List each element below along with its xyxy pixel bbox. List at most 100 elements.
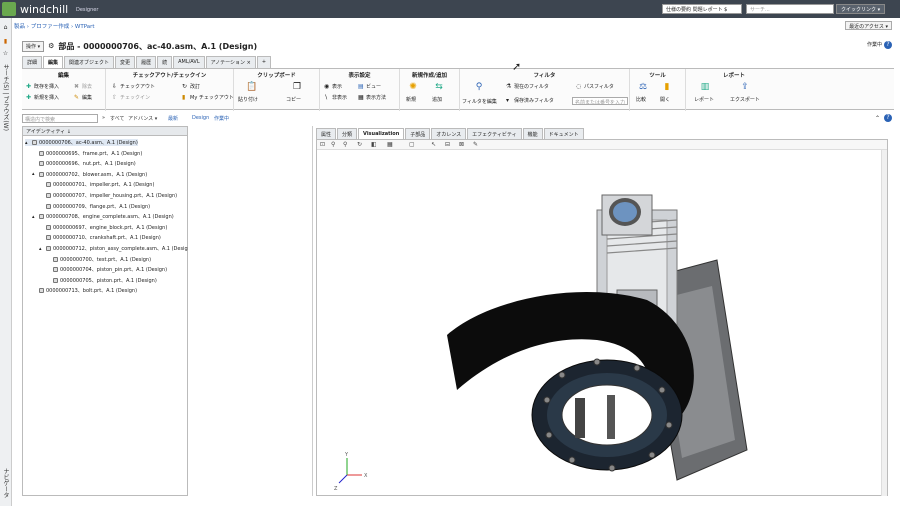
design-link[interactable]: Design bbox=[192, 115, 209, 121]
export-button[interactable]: エクスポート bbox=[730, 96, 760, 103]
add-icon[interactable]: ⇆ bbox=[434, 82, 444, 92]
tree-node[interactable]: 0000000709、flange.prt、A.1 (Design) bbox=[39, 203, 150, 210]
expanded-toggle-icon[interactable]: ▴ bbox=[32, 171, 37, 177]
rotate-icon[interactable]: ↻ bbox=[357, 141, 362, 148]
compare-icon[interactable]: ⚖ bbox=[638, 82, 648, 92]
tab-changes[interactable]: 変更 bbox=[115, 56, 136, 68]
viewer-tab[interactable]: オカレンス bbox=[431, 128, 467, 139]
viewer-tab[interactable]: Visualization bbox=[358, 128, 405, 139]
search-input[interactable]: サーチ... bbox=[746, 4, 834, 14]
edit-button[interactable]: ✎ 編集 bbox=[74, 94, 92, 101]
tab-aml-avl[interactable]: AML/AVL bbox=[173, 56, 205, 68]
open-button[interactable]: 開く bbox=[660, 96, 670, 103]
insert-new-button[interactable]: ✚ 新規を挿入 bbox=[26, 94, 59, 101]
tab-continue[interactable]: 続 bbox=[157, 56, 173, 68]
tree-column-header[interactable]: アイデンティティ ↓ bbox=[23, 127, 187, 136]
expanded-toggle-icon[interactable]: ▴ bbox=[25, 140, 30, 146]
current-filter-button[interactable]: ⚗ 現在のフィルタ bbox=[506, 83, 549, 90]
3d-model-view[interactable]: X Y Z bbox=[317, 150, 889, 496]
search-browse-tab[interactable]: サーチ(S) | ブラウズ(W) bbox=[1, 64, 10, 131]
hide-button[interactable]: ∖ 非表示 bbox=[324, 94, 347, 101]
tab-edit[interactable]: 編集 bbox=[43, 56, 64, 68]
quick-link-button[interactable]: クイックリンク ▾ bbox=[836, 4, 886, 14]
expanded-toggle-icon[interactable]: ▴ bbox=[39, 246, 44, 252]
markup-icon[interactable]: ✎ bbox=[473, 141, 478, 148]
checkin-button[interactable]: ⇧ チェックイン bbox=[112, 94, 150, 101]
viewer-tab[interactable]: 機能 bbox=[522, 128, 543, 139]
viewer-tab[interactable]: 分類 bbox=[337, 128, 358, 139]
new-button[interactable]: 新規 bbox=[406, 96, 416, 103]
tree-node[interactable]: 0000000704、piston_pin.prt、A.1 (Design) bbox=[46, 266, 167, 273]
tab-related-objects[interactable]: 関連オブジェクト bbox=[64, 56, 115, 68]
navigator-tab[interactable]: ナビゲータ bbox=[1, 468, 10, 498]
tab-annotation[interactable]: アノテーション × bbox=[205, 56, 256, 68]
checkout-button[interactable]: ⇩ チェックアウト bbox=[112, 83, 155, 90]
select-icon[interactable]: ↖ bbox=[431, 141, 436, 148]
viewer-tab[interactable]: 子部品 bbox=[405, 128, 431, 139]
display-method-button[interactable]: ▦ 表示方法 bbox=[358, 94, 386, 101]
tree-node[interactable]: 0000000697、engine_block.prt、A.1 (Design) bbox=[39, 224, 167, 231]
breadcrumb[interactable]: 製品 › プロファー作成 › WTPart bbox=[14, 22, 95, 32]
edit-filter-button[interactable]: フィルタを編集 bbox=[462, 98, 497, 105]
measure-icon[interactable]: ⊠ bbox=[459, 141, 464, 148]
tree-node[interactable]: 0000000701、impeller.prt、A.1 (Design) bbox=[39, 181, 154, 188]
home-icon[interactable]: ⌂ bbox=[2, 24, 9, 31]
operations-button[interactable]: 操作 ▾ bbox=[22, 40, 45, 52]
tree-node[interactable]: 0000000695、frame.prt、A.1 (Design) bbox=[32, 150, 142, 157]
folder-icon[interactable]: ▮ bbox=[2, 38, 9, 45]
report-icon[interactable]: ▥ bbox=[700, 82, 710, 92]
viewer-tab[interactable]: エフェクティビティ bbox=[467, 128, 522, 139]
view-box-icon[interactable]: ▢ bbox=[409, 141, 415, 148]
recent-access-button[interactable]: 最近のアクセス ▾ bbox=[845, 21, 892, 30]
saved-filter-button[interactable]: ▾ 保存済みフィルタ bbox=[506, 97, 554, 104]
windchill-logo-icon[interactable] bbox=[2, 2, 16, 16]
tree-node[interactable]: 0000000707、impeller_housing.prt、A.1 (Des… bbox=[39, 192, 177, 199]
my-checkout-button[interactable]: ▮ My チェックアウト bbox=[182, 94, 234, 101]
paste-button[interactable]: 貼り付け bbox=[238, 96, 258, 103]
tree-node[interactable]: ▴ 0000000712、piston_assy_complete.asm、A.1… bbox=[39, 245, 188, 253]
tree-node[interactable]: ▴ 0000000706、ac-40.asm、A.1 (Design) bbox=[25, 139, 138, 146]
tab-history[interactable]: 履歴 bbox=[136, 56, 157, 68]
tree-node[interactable]: ▴ 0000000708、engine_complete.asm、A.1 (Des… bbox=[32, 213, 174, 221]
compare-button[interactable]: 比較 bbox=[636, 96, 646, 103]
all-toggle[interactable]: すべて bbox=[110, 115, 124, 122]
export-icon[interactable]: ⇪ bbox=[740, 82, 750, 92]
search-arrow-icon[interactable]: » bbox=[102, 115, 105, 121]
name-number-input[interactable]: 名前または番号を入力 bbox=[572, 97, 628, 105]
visualization-viewer[interactable]: ⊡ ⚲ ⚲ ↻ ◧ ▦ ▢ ↖ ⊟ ⊠ ✎ X Y Z bbox=[316, 139, 888, 496]
insert-existing-button[interactable]: ✚ 既存を挿入 bbox=[26, 83, 59, 90]
tree-node[interactable]: 0000000710、crankshaft.prt、A.1 (Design) bbox=[39, 234, 161, 241]
remove-button[interactable]: ✖ 除去 bbox=[74, 83, 92, 90]
render-icon[interactable]: ◧ bbox=[371, 141, 377, 148]
collapse-icon[interactable]: ⌃ bbox=[875, 115, 880, 122]
viewer-scrollbar[interactable] bbox=[881, 150, 887, 496]
zoom-window-icon[interactable]: ⚲ bbox=[343, 141, 347, 148]
star-icon[interactable]: ☆ bbox=[2, 50, 9, 57]
search-type-select[interactable]: 仕様の要約 問題レポート $ bbox=[662, 4, 742, 14]
copy-icon[interactable]: ❐ bbox=[292, 82, 302, 92]
viewer-tab[interactable]: 属性 bbox=[316, 128, 337, 139]
section-icon[interactable]: ⊟ bbox=[445, 141, 450, 148]
tree-node[interactable]: 0000000700、test.prt、A.1 (Design) bbox=[46, 256, 151, 263]
open-icon[interactable]: ▮ bbox=[662, 82, 672, 92]
grid-icon[interactable]: ▦ bbox=[387, 141, 393, 148]
add-tab-button[interactable]: + bbox=[256, 56, 272, 68]
copy-button[interactable]: コピー bbox=[286, 96, 301, 103]
add-button[interactable]: 追加 bbox=[432, 96, 442, 103]
latest-link[interactable]: 最新 bbox=[168, 115, 178, 122]
advanced-dropdown[interactable]: アドバンス ▾ bbox=[128, 115, 157, 122]
tab-details[interactable]: 詳細 bbox=[22, 56, 43, 68]
expanded-toggle-icon[interactable]: ▴ bbox=[32, 214, 37, 220]
filter-edit-icon[interactable]: ⚲ bbox=[474, 82, 484, 92]
tree-node[interactable]: ▴ 0000000702、blower.asm、A.1 (Design) bbox=[32, 171, 147, 178]
tree-node[interactable]: 0000000696、nut.prt、A.1 (Design) bbox=[32, 160, 136, 167]
tree-node[interactable]: 0000000705、piston.prt、A.1 (Design) bbox=[46, 277, 157, 284]
view-button[interactable]: ▤ ビュー bbox=[358, 83, 381, 90]
structure-search-input[interactable]: 構造内で検索 bbox=[22, 114, 98, 123]
zoom-icon[interactable]: ⚲ bbox=[331, 141, 335, 148]
help-icon[interactable]: ? bbox=[884, 114, 892, 122]
working-link[interactable]: 作業中 bbox=[214, 115, 229, 122]
revise-button[interactable]: ↻ 改訂 bbox=[182, 83, 200, 90]
new-icon[interactable]: ✺ bbox=[408, 82, 418, 92]
show-button[interactable]: ◉ 表示 bbox=[324, 83, 342, 90]
